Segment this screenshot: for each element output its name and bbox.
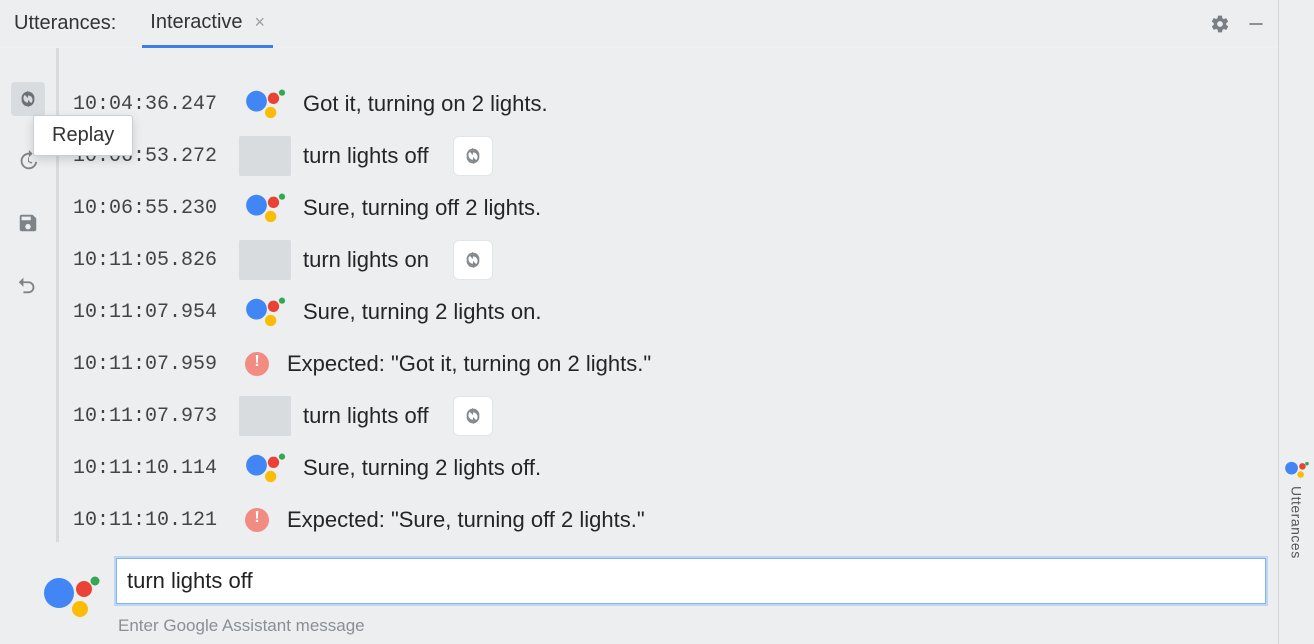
timestamp: 10:11:05.826 xyxy=(73,249,227,272)
user-avatar-placeholder xyxy=(239,396,291,436)
exclamation-icon xyxy=(245,508,269,532)
assistant-icon xyxy=(243,451,287,485)
assistant-icon xyxy=(243,191,287,225)
message-text: turn lights off xyxy=(303,403,429,429)
refresh-icon xyxy=(462,249,484,271)
conversation-log: Replay 10:04:36.247Got it, turning on 2 … xyxy=(59,48,1278,542)
input-footer: Enter Google Assistant message xyxy=(0,542,1278,644)
panel-title: Utterances: xyxy=(14,12,142,35)
error-badge xyxy=(239,344,275,384)
assistant-avatar xyxy=(239,448,291,488)
assistant-avatar xyxy=(239,188,291,228)
minimize-button[interactable] xyxy=(1242,10,1270,38)
close-tab-icon[interactable]: × xyxy=(255,12,266,33)
replay-row-button[interactable] xyxy=(453,240,493,280)
message-text: Sure, turning 2 lights off. xyxy=(303,455,541,481)
timestamp: 10:11:07.954 xyxy=(73,301,227,324)
input-hint: Enter Google Assistant message xyxy=(116,604,1266,636)
timestamp: 10:11:07.973 xyxy=(73,405,227,428)
right-rail-tab-utterances[interactable]: Utterances xyxy=(1289,486,1305,559)
assistant-icon xyxy=(243,295,287,329)
tab-interactive[interactable]: Interactive × xyxy=(142,0,273,48)
refresh-icon xyxy=(462,405,484,427)
minimize-icon xyxy=(1246,14,1266,34)
message-text: Sure, turning off 2 lights. xyxy=(303,195,541,221)
replay-row-button[interactable] xyxy=(453,396,493,436)
tab-label: Interactive xyxy=(150,11,242,34)
timestamp: 10:06:55.230 xyxy=(73,197,227,220)
input-wrap: Enter Google Assistant message xyxy=(116,558,1266,636)
assistant-icon xyxy=(243,87,287,121)
expected-text: Expected: "Sure, turning off 2 lights." xyxy=(287,507,645,533)
tooltip-replay: Replay xyxy=(33,115,133,156)
timestamp: 10:11:10.121 xyxy=(73,509,227,532)
expected-text: Expected: "Got it, turning on 2 lights." xyxy=(287,351,651,377)
assistant-message-row: 10:11:10.114 Sure, turning 2 lights off. xyxy=(59,442,1278,494)
main-panel: Utterances: Interactive × xyxy=(0,0,1278,644)
settings-button[interactable] xyxy=(1206,10,1234,38)
right-rail-logo xyxy=(1284,460,1310,480)
assistant-message-row: 10:06:55.230 Sure, turning off 2 lights. xyxy=(59,182,1278,234)
save-icon xyxy=(17,212,39,234)
assistant-icon xyxy=(40,573,102,621)
exclamation-icon xyxy=(245,352,269,376)
right-rail: Utterances xyxy=(1278,0,1314,644)
timestamp: 10:04:36.247 xyxy=(73,93,227,116)
user-avatar-placeholder xyxy=(239,136,291,176)
user-avatar-placeholder xyxy=(239,240,291,280)
body: Replay 10:04:36.247 Got it, turning on 2 … xyxy=(0,48,1278,542)
error-badge xyxy=(239,500,275,540)
undo-icon xyxy=(17,274,39,296)
undo-button[interactable] xyxy=(11,268,45,302)
expected-row: 10:11:10.121 Expected: "Sure, turning off… xyxy=(59,494,1278,542)
assistant-avatar xyxy=(239,292,291,332)
expected-row: 10:11:07.959 Expected: "Got it, turning o… xyxy=(59,338,1278,390)
replay-all-button[interactable] xyxy=(11,82,45,116)
assistant-avatar xyxy=(239,84,291,124)
assistant-message-row: 10:11:07.954 Sure, turning 2 lights on. xyxy=(59,286,1278,338)
refresh-icon xyxy=(17,88,39,110)
replay-row-button[interactable] xyxy=(453,136,493,176)
message-text: turn lights off xyxy=(303,143,429,169)
gear-icon xyxy=(1210,14,1230,34)
assistant-message-row: 10:04:36.247 Got it, turning on 2 lights. xyxy=(59,78,1278,130)
app-root: Utterances: Interactive × xyxy=(0,0,1314,644)
timestamp: 10:11:10.114 xyxy=(73,457,227,480)
tab-bar: Utterances: Interactive × xyxy=(0,0,1278,48)
message-text: Got it, turning on 2 lights. xyxy=(303,91,548,117)
user-message-row: 10:06:53.272turn lights off xyxy=(59,130,1278,182)
user-message-row: 10:11:07.973 turn lights off xyxy=(59,390,1278,442)
message-text: Sure, turning 2 lights on. xyxy=(303,299,541,325)
timestamp: 10:11:07.959 xyxy=(73,353,227,376)
save-button[interactable] xyxy=(11,206,45,240)
message-input[interactable] xyxy=(116,558,1266,604)
message-text: turn lights on xyxy=(303,247,429,273)
assistant-icon xyxy=(1284,460,1310,480)
refresh-icon xyxy=(462,145,484,167)
user-message-row: 10:11:05.826 turn lights on xyxy=(59,234,1278,286)
assistant-logo xyxy=(40,573,102,621)
